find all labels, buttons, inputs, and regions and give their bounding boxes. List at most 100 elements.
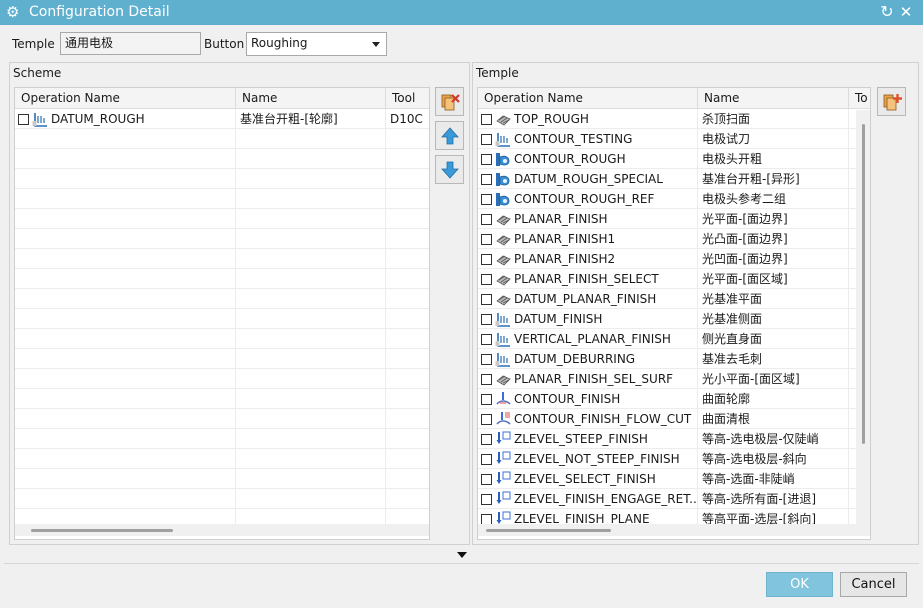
scheme-tool-cell: [386, 369, 429, 389]
temple_list-operation-cell: PLANAR_FINISH: [478, 209, 698, 229]
temple_list-row-checkbox[interactable]: [481, 194, 492, 205]
scheme-operation-name: DATUM_ROUGH: [51, 112, 145, 126]
temple_list-table-row[interactable]: DATUM_FINISH 光基准侧面: [478, 309, 870, 329]
scheme-operation-cell: DATUM_ROUGH: [15, 109, 236, 129]
temple_list-table-row[interactable]: ZLEVEL_NOT_STEEP_FINISH 等高-选电极层-斜向: [478, 449, 870, 469]
temple_list-table-row[interactable]: ZLEVEL_FINISH_ENGAGE_RET... 等高-选所有面-[进退]: [478, 489, 870, 509]
temple-scroll-thumb[interactable]: [486, 529, 611, 532]
temple-col-name[interactable]: Name: [698, 88, 849, 109]
temple_list-name-cell: 侧光直身面: [698, 329, 849, 349]
scheme-operation-cell: [15, 449, 236, 469]
temple_list-table-row[interactable]: DATUM_ROUGH_SPECIAL 基准台开粗-[异形]: [478, 169, 870, 189]
temple_list-operation-cell: DATUM_ROUGH_SPECIAL: [478, 169, 698, 189]
reset-icon[interactable]: ↻: [878, 2, 896, 22]
temple-table-header: Operation Name Name To: [478, 88, 870, 109]
scheme-tool-cell: [386, 489, 429, 509]
scheme-operation-cell: [15, 169, 236, 189]
temple_list-row-checkbox[interactable]: [481, 274, 492, 285]
scheme-tool-cell: [386, 309, 429, 329]
temple_list-table-row[interactable]: PLANAR_FINISH 光平面-[面边界]: [478, 209, 870, 229]
scheme-tool-cell: [386, 469, 429, 489]
move-down-button[interactable]: [435, 155, 464, 184]
scheme-table-row: [15, 349, 429, 369]
remove-operation-button[interactable]: [435, 87, 464, 116]
scheme-horizontal-scrollbar[interactable]: [15, 524, 429, 536]
temple_list-name-cell: 等高-选所有面-[进退]: [698, 489, 849, 509]
temple_list-row-checkbox[interactable]: [481, 354, 492, 365]
temple_list-table-row[interactable]: CONTOUR_TESTING 电极试刀: [478, 129, 870, 149]
temple_list-row-checkbox[interactable]: [481, 234, 492, 245]
temple-horizontal-scrollbar[interactable]: [478, 524, 870, 536]
scheme-tool-cell: [386, 349, 429, 369]
temple-vertical-scrollbar[interactable]: [856, 110, 870, 524]
temple_list-row-checkbox[interactable]: [481, 374, 492, 385]
temple_list-table-row[interactable]: VERTICAL_PLANAR_FINISH 侧光直身面: [478, 329, 870, 349]
temple_list-operation-cell: ZLEVEL_SELECT_FINISH: [478, 469, 698, 489]
cancel-button[interactable]: Cancel: [840, 572, 907, 597]
temple_list-table-row[interactable]: CONTOUR_ROUGH 电极头开粗: [478, 149, 870, 169]
scheme-operation-cell: [15, 289, 236, 309]
surface-icon: [496, 215, 511, 226]
scheme-table-row: [15, 289, 429, 309]
scheme-table-row[interactable]: DATUM_ROUGH 基准台开粗-[轮廓] D10C: [15, 109, 429, 129]
scheme-tool-cell: [386, 409, 429, 429]
temple_list-name-cell: 基准台开粗-[异形]: [698, 169, 849, 189]
temple_list-row-checkbox[interactable]: [481, 114, 492, 125]
temple_list-table-row[interactable]: TOP_ROUGH 杀顶扫面: [478, 109, 870, 129]
temple_list-row-checkbox[interactable]: [481, 314, 492, 325]
add-operation-button[interactable]: [877, 87, 906, 116]
expand-details-icon[interactable]: [457, 552, 467, 558]
temple_list-table-row[interactable]: CONTOUR_ROUGH_REF 电极头参考二组: [478, 189, 870, 209]
scheme-name-cell: [236, 269, 386, 289]
temple_list-table-row[interactable]: DATUM_PLANAR_FINISH 光基准平面: [478, 289, 870, 309]
temple_list-row-checkbox[interactable]: [481, 394, 492, 405]
temple_list-row-checkbox[interactable]: [481, 494, 492, 505]
temple_list-table-row[interactable]: PLANAR_FINISH_SELECT 光平面-[面区域]: [478, 269, 870, 289]
scheme-col-name[interactable]: Name: [236, 88, 386, 109]
temple_list-row-checkbox[interactable]: [481, 294, 492, 305]
temple-col-operation-name[interactable]: Operation Name: [478, 88, 698, 109]
scheme-scroll-thumb[interactable]: [31, 529, 173, 532]
temple_list-table-row[interactable]: PLANAR_FINISH2 光凹面-[面边界]: [478, 249, 870, 269]
scheme-name-cell: [236, 389, 386, 409]
cavity-icon: [496, 153, 510, 166]
temple-col-tool[interactable]: To: [849, 88, 870, 109]
temple_list-row-checkbox[interactable]: [481, 414, 492, 425]
temple_list-table-row[interactable]: PLANAR_FINISH_SEL_SURF 光小平面-[面区域]: [478, 369, 870, 389]
temple_list-row-checkbox[interactable]: [481, 254, 492, 265]
temple_list-row-checkbox[interactable]: [481, 334, 492, 345]
button-select[interactable]: Roughing: [246, 32, 387, 56]
temple_list-operation-cell: PLANAR_FINISH_SELECT: [478, 269, 698, 289]
temple_list-table-row[interactable]: ZLEVEL_STEEP_FINISH 等高-选电极层-仅陡峭: [478, 429, 870, 449]
move-up-button[interactable]: [435, 121, 464, 150]
temple_list-row-checkbox[interactable]: [481, 134, 492, 145]
scheme-name-cell: [236, 409, 386, 429]
scheme-name-cell: [236, 249, 386, 269]
temple_list-table-row[interactable]: PLANAR_FINISH1 光凸面-[面边界]: [478, 229, 870, 249]
temple_list-table-row[interactable]: CONTOUR_FINISH_FLOW_CUT 曲面清根: [478, 409, 870, 429]
temple_list-row-checkbox[interactable]: [481, 214, 492, 225]
temple_list-row-checkbox[interactable]: [481, 434, 492, 445]
scheme-col-operation-name[interactable]: Operation Name: [15, 88, 236, 109]
temple_list-row-checkbox[interactable]: [481, 174, 492, 185]
temple_list-operation-name: CONTOUR_ROUGH_REF: [514, 192, 655, 206]
scheme-tool-cell: [386, 169, 429, 189]
temple_list-name-cell: 光小平面-[面区域]: [698, 369, 849, 389]
temple_list-row-checkbox[interactable]: [481, 154, 492, 165]
scheme-tool-cell: D10C: [390, 112, 423, 126]
temple_list-operation-name: PLANAR_FINISH2: [514, 252, 616, 266]
scheme-row-checkbox[interactable]: [18, 114, 29, 125]
close-icon[interactable]: ✕: [897, 2, 915, 22]
temple-field[interactable]: 通用电极: [60, 32, 201, 55]
ok-button[interactable]: OK: [766, 572, 833, 597]
gear-icon: ⚙: [6, 3, 20, 21]
temple_list-table-row[interactable]: CONTOUR_FINISH 曲面轮廓: [478, 389, 870, 409]
temple_list-table-row[interactable]: DATUM_DEBURRING 基准去毛刺: [478, 349, 870, 369]
scheme-col-tool[interactable]: Tool: [386, 88, 429, 109]
temple_list-table-row[interactable]: ZLEVEL_SELECT_FINISH 等高-选面-非陡峭: [478, 469, 870, 489]
temple_list-row-checkbox[interactable]: [481, 454, 492, 465]
temple_list-row-checkbox[interactable]: [481, 474, 492, 485]
temple-vscroll-thumb[interactable]: [862, 124, 865, 444]
add-icon: [883, 94, 902, 111]
scheme-name-cell: [236, 189, 386, 209]
